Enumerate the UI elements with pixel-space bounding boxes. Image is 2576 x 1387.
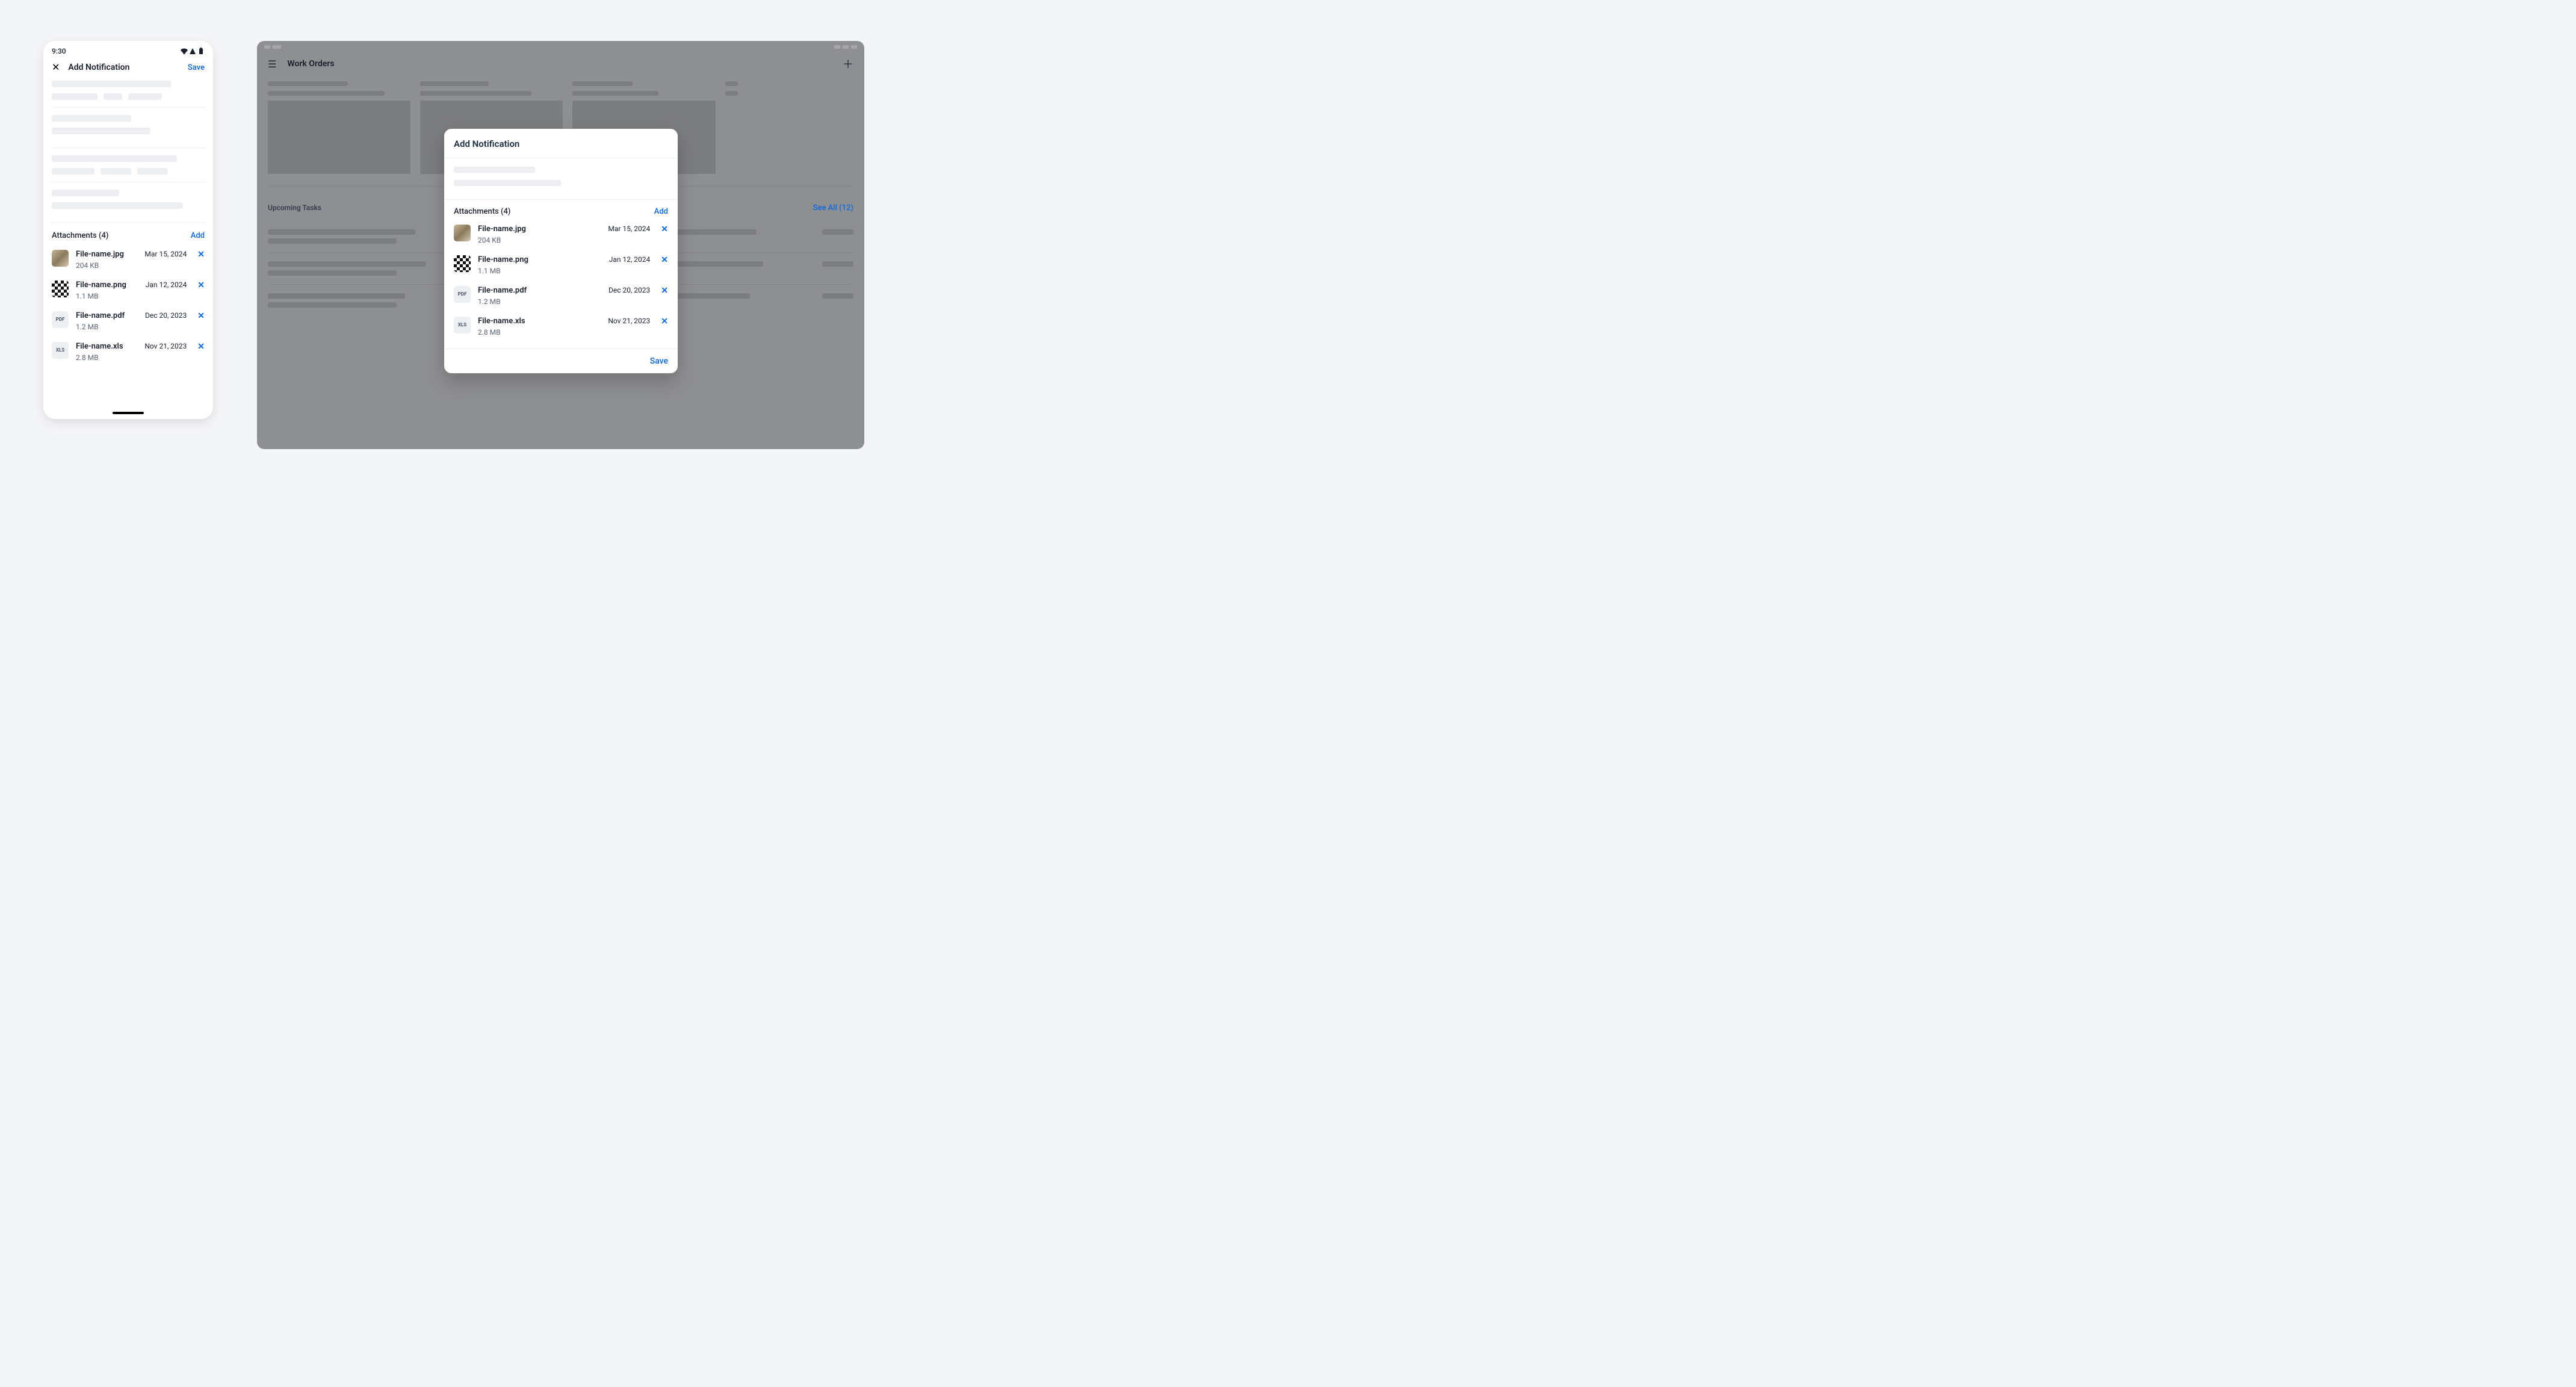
dialog-footer: Save — [444, 349, 678, 373]
attachment-name: File-name.xls — [478, 317, 601, 327]
attachment-row: XLS File-name.xls2.8 MB Nov 21, 2023 ✕ — [454, 313, 668, 344]
attachment-name: File-name.xls — [76, 342, 137, 352]
attachment-size: 204 KB — [478, 236, 601, 244]
attachment-name: File-name.png — [76, 281, 138, 291]
save-button[interactable]: Save — [650, 356, 668, 366]
page-title: Add Notification — [68, 63, 187, 72]
attachment-row: File-name.png 1.1 MB Jan 12, 2024 ✕ — [454, 252, 668, 282]
dialog-attachments-header: Attachments (4) Add — [444, 200, 678, 221]
skeleton-section — [52, 115, 205, 148]
remove-attachment-button[interactable]: ✕ — [197, 250, 205, 259]
remove-attachment-button[interactable]: ✕ — [197, 342, 205, 351]
pdf-file-icon: PDF — [454, 286, 471, 303]
save-button[interactable]: Save — [188, 63, 205, 72]
remove-attachment-button[interactable]: ✕ — [197, 311, 205, 320]
xls-file-icon: XLS — [52, 342, 69, 359]
attachment-size: 1.1 MB — [76, 292, 138, 300]
attachment-row: PDF File-name.pdf1.2 MB Dec 20, 2023 ✕ — [454, 282, 668, 313]
remove-attachment-button[interactable]: ✕ — [661, 286, 668, 295]
png-file-icon — [52, 281, 69, 297]
attachment-date: Mar 15, 2024 — [144, 250, 187, 258]
mobile-header: ✕ Add Notification Save — [43, 58, 213, 77]
tablet-window: ☰ Work Orders ＋ — [257, 41, 864, 449]
close-icon[interactable]: ✕ — [52, 63, 60, 72]
attachment-name: File-name.jpg — [76, 250, 137, 260]
attachments-label: Attachments (4) — [52, 231, 108, 240]
home-indicator[interactable] — [113, 412, 144, 414]
attachment-row: File-name.png1.1 MB Jan 12, 2024 ✕ — [52, 277, 205, 308]
attachment-name: File-name.jpg — [478, 225, 601, 235]
mobile-device-frame: 9:30 ✕ Add Notification Save — [43, 41, 213, 419]
remove-attachment-button[interactable]: ✕ — [661, 225, 668, 234]
signal-icon — [189, 48, 196, 55]
skeleton-section — [52, 155, 205, 182]
attachment-row: PDF File-name.pdf 1.2 MB Dec 20, 2023 ✕ — [52, 308, 205, 338]
attachment-date: Dec 20, 2023 — [608, 286, 650, 294]
status-icons — [181, 48, 205, 55]
attachment-name: File-name.pdf — [76, 311, 138, 321]
attachment-row: XLS File-name.xls2.8 MB Nov 21, 2023 ✕ — [52, 338, 205, 369]
attachment-list: File-name.jpg204 KBMar 15, 2024✕File-nam… — [52, 246, 205, 369]
attachment-row: File-name.jpg204 KB Mar 15, 2024 ✕ — [52, 246, 205, 277]
dialog-title: Add Notification — [444, 129, 678, 155]
attachment-size: 1.2 MB — [478, 297, 601, 306]
attachment-size: 2.8 MB — [76, 353, 137, 362]
add-notification-dialog: Add Notification Attachments (4) Add Fil… — [444, 129, 678, 373]
wifi-icon — [181, 48, 188, 55]
attachment-size: 1.1 MB — [478, 267, 602, 275]
skeleton-section — [52, 190, 205, 223]
add-attachment-button[interactable]: Add — [654, 207, 668, 216]
png-file-icon — [454, 255, 471, 272]
attachment-date: Nov 21, 2023 — [608, 317, 650, 325]
attachment-date: Mar 15, 2024 — [608, 225, 650, 233]
attachment-date: Jan 12, 2024 — [146, 281, 187, 289]
status-bar: 9:30 — [43, 41, 213, 58]
dialog-form-skeleton — [444, 158, 678, 200]
attachment-row: File-name.jpg204 KB Mar 15, 2024 ✕ — [454, 221, 668, 252]
attachment-date: Nov 21, 2023 — [144, 342, 187, 350]
remove-attachment-button[interactable]: ✕ — [661, 317, 668, 326]
skeleton-section — [52, 81, 205, 108]
attachment-size: 204 KB — [76, 261, 137, 270]
attachment-size: 2.8 MB — [478, 328, 601, 337]
attachment-date: Jan 12, 2024 — [609, 255, 651, 264]
attachment-date: Dec 20, 2023 — [145, 311, 187, 320]
remove-attachment-button[interactable]: ✕ — [197, 281, 205, 290]
attachment-name: File-name.pdf — [478, 286, 601, 296]
attachment-size: 1.2 MB — [76, 323, 138, 331]
attachments-label: Attachments (4) — [454, 207, 510, 216]
pdf-file-icon: PDF — [52, 311, 69, 328]
xls-file-icon: XLS — [454, 317, 471, 334]
add-attachment-button[interactable]: Add — [191, 231, 205, 240]
mobile-body: Attachments (4) Add File-name.jpg204 KB M… — [43, 77, 213, 409]
status-time: 9:30 — [52, 47, 66, 55]
jpg-file-icon — [52, 250, 69, 267]
remove-attachment-button[interactable]: ✕ — [661, 255, 668, 264]
attachment-name: File-name.png — [478, 255, 602, 265]
battery-icon — [197, 48, 205, 55]
attachments-header: Attachments (4) Add — [52, 230, 205, 246]
jpg-file-icon — [454, 225, 471, 241]
attachment-list: File-name.jpg204 KBMar 15, 2024✕File-nam… — [444, 221, 678, 349]
